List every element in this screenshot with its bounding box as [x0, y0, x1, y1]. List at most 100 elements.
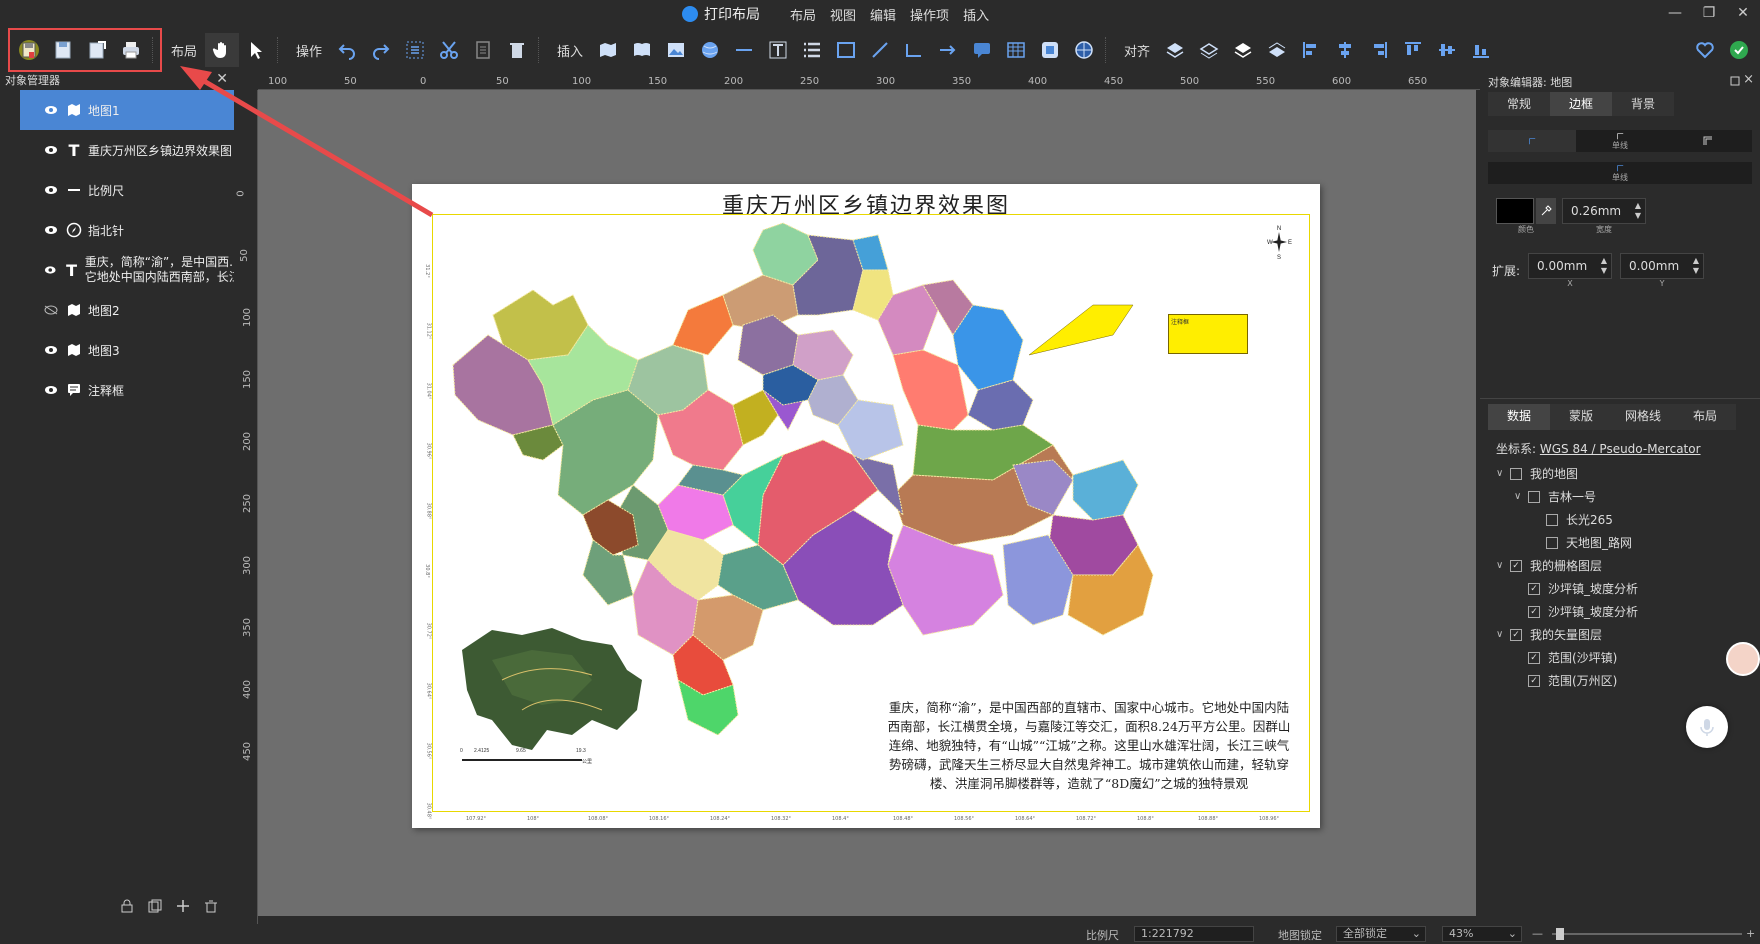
align-left-button[interactable]: [1294, 33, 1328, 67]
insert-text-button[interactable]: [761, 33, 795, 67]
tab-mask[interactable]: 蒙版: [1550, 404, 1612, 430]
panel-close-button[interactable]: ✕: [216, 72, 228, 86]
duplicate-icon[interactable]: [148, 899, 162, 913]
border-single-option[interactable]: 单线: [1576, 130, 1664, 152]
tab-gridlines[interactable]: 网格线: [1612, 404, 1674, 430]
insert-legend-button[interactable]: [795, 33, 829, 67]
insert-line-button[interactable]: [727, 33, 761, 67]
eye-icon[interactable]: [44, 145, 58, 155]
border-width-input[interactable]: 0.26mm ▲ ▼: [1562, 198, 1646, 224]
add-icon[interactable]: [176, 899, 190, 913]
trash-icon[interactable]: [204, 899, 218, 913]
undo-button[interactable]: [330, 33, 364, 67]
layer-item-compass[interactable]: 指北针: [20, 210, 234, 250]
border-double-option[interactable]: [1664, 130, 1752, 152]
print-page[interactable]: 重庆万州区乡镇边界效果图 注释框 N W E S 0 2.4125 9.65 1…: [412, 184, 1320, 828]
voice-input-button[interactable]: [1686, 706, 1728, 748]
delete-button[interactable]: [500, 33, 534, 67]
insert-polyline-button[interactable]: [863, 33, 897, 67]
insert-map-button[interactable]: [591, 33, 625, 67]
menu-layout[interactable]: 布局: [790, 5, 816, 24]
expand-caret-icon[interactable]: ∨: [1496, 468, 1510, 479]
cut-button[interactable]: [432, 33, 466, 67]
cloud-sync-button[interactable]: [1688, 33, 1722, 67]
insert-angle-button[interactable]: [897, 33, 931, 67]
spin-arrows-icon[interactable]: ▲ ▼: [1693, 256, 1699, 276]
tab-background[interactable]: 背景: [1612, 92, 1674, 116]
panel-close-button[interactable]: ×: [1743, 72, 1754, 87]
eyedropper-button[interactable]: [1536, 198, 1556, 224]
align-center-button[interactable]: [1328, 33, 1362, 67]
eye-icon[interactable]: [44, 265, 56, 275]
insert-rect-button[interactable]: [829, 33, 863, 67]
float-panel-icon[interactable]: [1730, 76, 1740, 86]
raise-top-button[interactable]: [1158, 33, 1192, 67]
assistant-avatar-button[interactable]: [1726, 642, 1760, 676]
menu-view[interactable]: 视图: [830, 5, 856, 24]
layer-item-map1[interactable]: 地图1: [20, 90, 234, 130]
layer-item-callout[interactable]: 注释框: [20, 370, 234, 410]
tab-general[interactable]: 常规: [1488, 92, 1550, 116]
insert-frame-button[interactable]: [1033, 33, 1067, 67]
zoom-out-button[interactable]: —: [1532, 927, 1543, 940]
close-button[interactable]: ✕: [1726, 0, 1760, 26]
insert-image-button[interactable]: [659, 33, 693, 67]
border-corner-option[interactable]: [1488, 130, 1576, 152]
expand-caret-icon[interactable]: ∨: [1496, 560, 1510, 571]
layer-checkbox[interactable]: [1546, 536, 1558, 549]
description-text[interactable]: 重庆，简称“渝”，是中国西部的直辖市、国家中心城市。它地处中国内陆西南部，长江横…: [884, 698, 1294, 793]
spin-arrows-icon[interactable]: ▲ ▼: [1635, 201, 1641, 221]
layer-item-map2[interactable]: 地图2: [20, 290, 234, 330]
expand-y-input[interactable]: 0.00mm ▲ ▼: [1620, 253, 1705, 279]
layer-checkbox[interactable]: ✓: [1510, 628, 1522, 641]
expand-x-input[interactable]: 0.00mm ▲ ▼: [1528, 253, 1613, 279]
raise-button[interactable]: [1192, 33, 1226, 67]
layer-item-title-text[interactable]: T 重庆万州区乡镇边界效果图: [20, 130, 234, 170]
eye-icon[interactable]: [44, 185, 58, 195]
tree-row[interactable]: ∨ ✓ 我的矢量图层: [1496, 623, 1756, 646]
layer-checkbox[interactable]: [1510, 467, 1522, 480]
save-button[interactable]: [12, 33, 46, 67]
tab-data[interactable]: 数据: [1488, 404, 1550, 430]
layer-checkbox[interactable]: [1528, 490, 1540, 503]
print-button[interactable]: [114, 33, 148, 67]
eye-icon[interactable]: [44, 345, 58, 355]
lock-icon[interactable]: [120, 899, 134, 913]
zoom-in-button[interactable]: +: [1746, 927, 1755, 940]
align-top-button[interactable]: [1396, 33, 1430, 67]
insert-globe-button[interactable]: [693, 33, 727, 67]
align-right-button[interactable]: [1362, 33, 1396, 67]
minimize-button[interactable]: —: [1658, 0, 1692, 26]
lower-bottom-button[interactable]: [1260, 33, 1294, 67]
layer-checkbox[interactable]: ✓: [1528, 674, 1540, 687]
tree-row[interactable]: ✓ 范围(万州区): [1496, 669, 1756, 692]
select-all-button[interactable]: [398, 33, 432, 67]
layer-checkbox[interactable]: [1546, 513, 1558, 526]
eye-icon[interactable]: [44, 385, 58, 395]
tree-row[interactable]: ✓ 沙坪镇_坡度分析: [1496, 600, 1756, 623]
eye-icon[interactable]: [44, 225, 58, 235]
map-lock-select[interactable]: 全部锁定 ⌄: [1336, 926, 1426, 942]
menu-edit[interactable]: 编辑: [870, 5, 896, 24]
pan-tool-button[interactable]: [205, 33, 240, 67]
menu-actions[interactable]: 操作项: [910, 5, 949, 24]
eye-icon[interactable]: [44, 105, 58, 115]
align-bottom-button[interactable]: [1464, 33, 1498, 67]
insert-map3d-button[interactable]: [625, 33, 659, 67]
insert-table-button[interactable]: [999, 33, 1033, 67]
lower-button[interactable]: [1226, 33, 1260, 67]
border-single-option-2[interactable]: 单线: [1488, 162, 1752, 184]
tree-row[interactable]: ∨ 吉林一号: [1496, 485, 1756, 508]
tree-row[interactable]: 长光265: [1496, 508, 1756, 531]
insert-arrow-button[interactable]: [931, 33, 965, 67]
layer-item-desc-text[interactable]: T 重庆，简称“渝”，是中国西... 它地处中国内陆西南部，长江...: [20, 250, 234, 290]
spin-arrows-icon[interactable]: ▲ ▼: [1601, 256, 1607, 276]
layer-checkbox[interactable]: ✓: [1528, 605, 1540, 618]
align-middle-button[interactable]: [1430, 33, 1464, 67]
redo-button[interactable]: [364, 33, 398, 67]
status-button[interactable]: [1722, 33, 1756, 67]
select-tool-button[interactable]: [239, 33, 273, 67]
insert-callout-button[interactable]: [965, 33, 999, 67]
insert-graticule-button[interactable]: [1067, 33, 1101, 67]
tree-row[interactable]: ∨ ✓ 我的栅格图层: [1496, 554, 1756, 577]
